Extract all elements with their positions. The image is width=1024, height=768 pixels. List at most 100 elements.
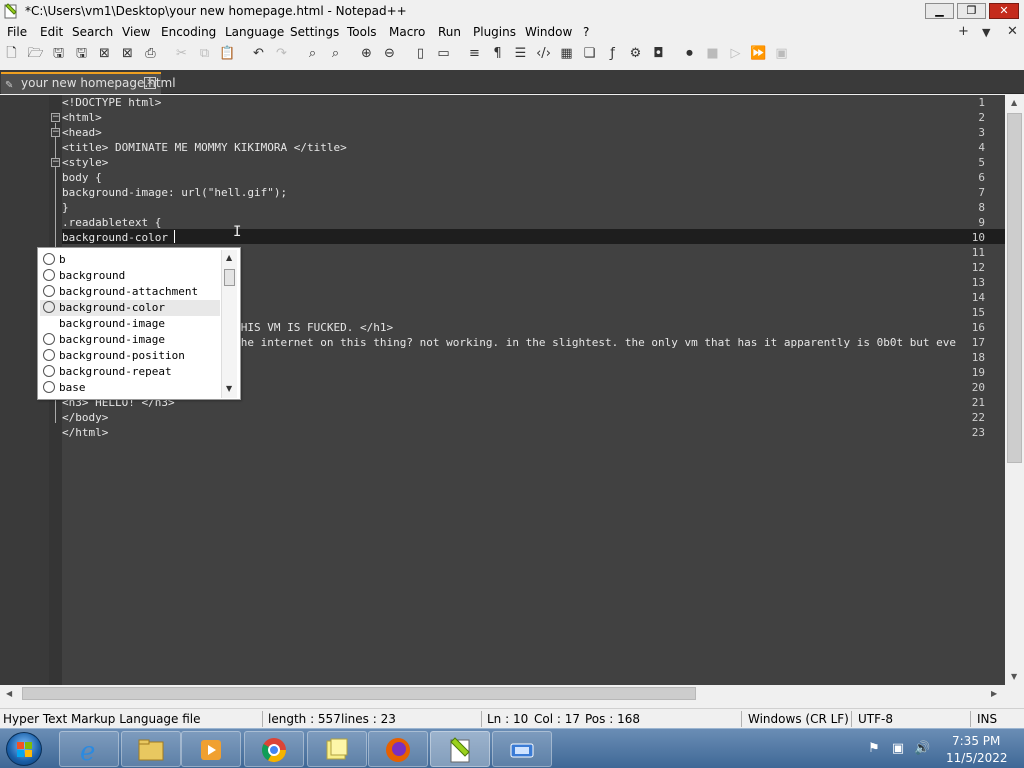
document-list-icon[interactable]: ❏ xyxy=(581,45,598,62)
word-wrap-icon[interactable]: ≡ xyxy=(466,45,483,62)
scroll-left-arrow-icon[interactable]: ◀ xyxy=(6,689,12,698)
zoom-in-icon[interactable]: ⊕ xyxy=(358,45,375,62)
minimize-button[interactable]: ▁ xyxy=(925,3,954,19)
menu-window[interactable]: Window xyxy=(525,25,572,39)
keyword-icon xyxy=(43,349,55,361)
autocomplete-item[interactable]: background-position xyxy=(40,348,220,364)
autocomplete-popup[interactable]: b background background-attachment backg… xyxy=(37,247,241,400)
action-center-flag-icon[interactable]: ⚑ xyxy=(866,741,882,757)
show-all-characters-icon[interactable]: ¶ xyxy=(489,45,506,62)
autocomplete-scroll-thumb[interactable] xyxy=(224,269,235,286)
paste-icon[interactable]: 📋 xyxy=(219,45,236,62)
menu-view[interactable]: View xyxy=(122,25,150,39)
taskbar-chrome[interactable] xyxy=(244,731,304,767)
replace-icon[interactable]: ⌕ xyxy=(327,45,344,62)
autocomplete-item[interactable]: b xyxy=(40,252,220,268)
menu-settings[interactable]: Settings xyxy=(290,25,339,39)
scroll-down-arrow-icon[interactable]: ▼ xyxy=(226,384,232,393)
autocomplete-list[interactable]: b background background-attachment backg… xyxy=(40,250,220,398)
autocomplete-item[interactable]: background-attachment xyxy=(40,284,220,300)
record-macro-icon[interactable]: ⏺ xyxy=(681,45,698,62)
menu-search[interactable]: Search xyxy=(72,25,113,39)
vertical-scrollbar[interactable]: ▲ ▼ xyxy=(1005,95,1024,685)
clock-date[interactable]: 11/5/2022 xyxy=(946,751,1008,765)
line-number: 6 xyxy=(978,171,985,184)
zoom-out-icon[interactable]: ⊖ xyxy=(381,45,398,62)
scroll-up-arrow-icon[interactable]: ▲ xyxy=(226,253,232,262)
menu-help[interactable]: ? xyxy=(583,25,589,39)
scroll-down-arrow-icon[interactable]: ▼ xyxy=(1011,672,1017,681)
tab-list-down-icon[interactable]: ▼ xyxy=(982,26,990,39)
taskbar-firefox[interactable] xyxy=(368,731,428,767)
close-all-icon[interactable]: ⊠ xyxy=(119,45,136,62)
vertical-scroll-thumb[interactable] xyxy=(1007,113,1022,463)
autocomplete-item[interactable]: background xyxy=(40,268,220,284)
menu-plugins[interactable]: Plugins xyxy=(473,25,516,39)
document-map-icon[interactable]: ▦ xyxy=(558,45,575,62)
play-macro-icon[interactable]: ▷ xyxy=(727,45,744,62)
taskbar-virtual-machine[interactable] xyxy=(492,731,552,767)
redo-icon[interactable]: ↷ xyxy=(273,45,290,62)
run-macro-multiple-icon[interactable]: ⏩ xyxy=(750,45,767,62)
taskbar-media-player[interactable] xyxy=(181,731,241,767)
menu-run[interactable]: Run xyxy=(438,25,461,39)
network-icon[interactable]: ▣ xyxy=(890,741,906,757)
autocomplete-item[interactable]: background-repeat xyxy=(40,364,220,380)
copy-icon[interactable]: ⧉ xyxy=(196,45,213,62)
menu-macro[interactable]: Macro xyxy=(389,25,425,39)
cut-icon[interactable]: ✂ xyxy=(173,45,190,62)
status-separator xyxy=(851,711,852,727)
tab-your-new-homepage[interactable]: ✎ your new homepage.html ✕ xyxy=(1,72,176,94)
horizontal-scroll-thumb[interactable] xyxy=(22,687,696,700)
undo-icon[interactable]: ↶ xyxy=(250,45,267,62)
volume-icon[interactable]: 🔊 xyxy=(914,741,930,757)
fold-style-icon[interactable]: − xyxy=(51,158,60,167)
stop-macro-icon[interactable]: ■ xyxy=(704,45,721,62)
scroll-right-arrow-icon[interactable]: ▶ xyxy=(991,689,997,698)
autocomplete-item[interactable]: base xyxy=(40,380,220,396)
taskbar-sticky-notes[interactable] xyxy=(307,731,367,767)
fold-head-icon[interactable]: − xyxy=(51,128,60,137)
tab-close-icon[interactable]: ✕ xyxy=(144,77,156,89)
find-icon[interactable]: ⌕ xyxy=(304,45,321,62)
close-file-icon[interactable]: ⊠ xyxy=(96,45,113,62)
monitoring-icon[interactable]: ◘ xyxy=(650,45,667,62)
save-icon[interactable]: 🖫 xyxy=(50,45,67,62)
status-bar: Hyper Text Markup Language file length :… xyxy=(0,708,1024,728)
sync-vertical-icon[interactable]: ▯ xyxy=(412,45,429,62)
print-icon[interactable]: ⎙ xyxy=(142,45,159,62)
new-tab-plus-icon[interactable]: + xyxy=(958,24,969,39)
menu-edit[interactable]: Edit xyxy=(40,25,63,39)
taskbar-internet-explorer[interactable]: e xyxy=(59,731,119,767)
folder-as-workspace-icon[interactable]: ⚙ xyxy=(627,45,644,62)
menu-tools[interactable]: Tools xyxy=(347,25,377,39)
menu-language[interactable]: Language xyxy=(225,25,284,39)
close-button[interactable]: ✕ xyxy=(989,3,1019,19)
close-document-icon[interactable]: ✕ xyxy=(1007,24,1018,39)
autocomplete-item[interactable]: background-image xyxy=(40,332,220,348)
line-number: 10 xyxy=(971,231,985,244)
autocomplete-item-selected[interactable]: background-color xyxy=(40,300,220,316)
taskbar-notepad-plus-plus[interactable] xyxy=(430,731,490,767)
save-all-icon[interactable]: 🖫 xyxy=(73,45,90,62)
autocomplete-scrollbar[interactable]: ▲ ▼ xyxy=(221,250,237,398)
function-list-icon[interactable]: ƒ xyxy=(604,45,621,62)
menu-file[interactable]: File xyxy=(7,25,27,39)
start-button[interactable] xyxy=(6,732,42,766)
autocomplete-item[interactable]: background-image xyxy=(40,316,220,332)
status-lines: lines : 23 xyxy=(341,712,396,726)
horizontal-scrollbar[interactable]: ◀ ▶ xyxy=(0,685,1005,702)
scroll-up-arrow-icon[interactable]: ▲ xyxy=(1011,98,1017,107)
indent-guide-icon[interactable]: ☰ xyxy=(512,45,529,62)
save-macro-icon[interactable]: ▣ xyxy=(773,45,790,62)
new-file-icon[interactable]: 🗋 xyxy=(3,45,20,62)
open-file-icon[interactable]: 🗁 xyxy=(27,45,44,62)
language-tags-icon[interactable]: ‹/› xyxy=(535,45,552,62)
unsaved-pencil-icon: ✎ xyxy=(5,80,14,91)
sync-horizontal-icon[interactable]: ▭ xyxy=(435,45,452,62)
menu-encoding[interactable]: Encoding xyxy=(161,25,216,39)
fold-html-icon[interactable]: − xyxy=(51,113,60,122)
taskbar-file-explorer[interactable] xyxy=(121,731,181,767)
clock-time[interactable]: 7:35 PM xyxy=(952,734,1000,748)
restore-button[interactable]: ❐ xyxy=(957,3,986,19)
